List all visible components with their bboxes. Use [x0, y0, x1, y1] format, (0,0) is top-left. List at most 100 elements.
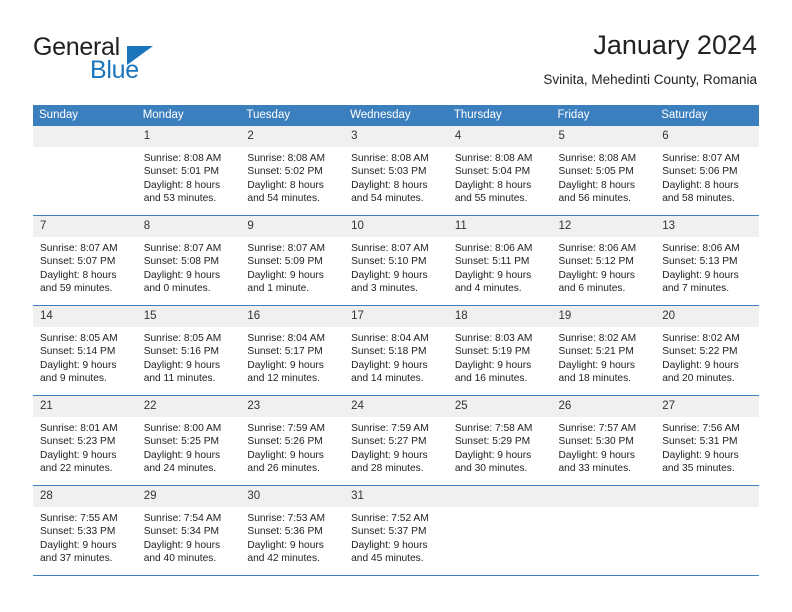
calendar-day-cell[interactable]: 30 Sunrise: 7:53 AM Sunset: 5:36 PM Dayligh… — [240, 485, 345, 576]
calendar-day-cell[interactable]: 31 Sunrise: 7:52 AM Sunset: 5:37 PM Dayligh… — [344, 485, 448, 576]
sunset-text: Sunset: 5:16 PM — [143, 346, 220, 358]
daylight-text-line1: Daylight: 9 hours — [454, 449, 532, 461]
calendar-day-cell[interactable]: 5 Sunrise: 8:08 AM Sunset: 5:05 PM Daylight… — [551, 126, 656, 216]
calendar-day-cell-empty — [447, 485, 552, 576]
day-number: 19 — [551, 306, 656, 327]
calendar-day-cell[interactable]: 21 Sunrise: 8:01 AM Sunset: 5:23 PM Dayligh… — [33, 395, 137, 486]
daylight-text-line2: and 37 minutes. — [40, 553, 113, 565]
sunrise-text: Sunrise: 8:08 AM — [143, 153, 222, 164]
calendar-day-cell[interactable]: 2 Sunrise: 8:08 AM Sunset: 5:02 PM Daylight… — [240, 126, 345, 216]
day-details: Sunrise: 8:02 AM Sunset: 5:21 PM Daylight:… — [552, 327, 656, 386]
sunset-text: Sunset: 5:34 PM — [143, 526, 220, 538]
sunset-text: Sunset: 5:01 PM — [143, 166, 220, 178]
calendar-day-cell[interactable]: 1 Sunrise: 8:08 AM Sunset: 5:01 PM Daylight… — [136, 126, 241, 216]
logo-general-blue[interactable]: General Blue — [33, 33, 233, 85]
day-details: Sunrise: 7:58 AM Sunset: 5:29 PM Daylight:… — [448, 417, 552, 476]
calendar-day-cell[interactable]: 3 Sunrise: 8:08 AM Sunset: 5:03 PM Daylight… — [344, 126, 448, 216]
daylight-text-line1: Daylight: 9 hours — [143, 449, 221, 461]
day-number: 2 — [240, 126, 345, 147]
day-number: 16 — [240, 306, 345, 327]
daylight-text-line1: Daylight: 9 hours — [662, 449, 739, 461]
calendar-day-cell[interactable]: 17 Sunrise: 8:04 AM Sunset: 5:18 PM Dayligh… — [344, 305, 448, 396]
daylight-text-line2: and 11 minutes. — [143, 373, 216, 385]
daylight-text-line2: and 30 minutes. — [454, 463, 528, 475]
calendar-day-cell[interactable]: 25 Sunrise: 7:58 AM Sunset: 5:29 PM Dayligh… — [447, 395, 552, 486]
calendar-body: 1 Sunrise: 8:08 AM Sunset: 5:01 PM Daylight… — [33, 126, 759, 576]
calendar-day-cell[interactable]: 11 Sunrise: 8:06 AM Sunset: 5:11 PM Dayligh… — [447, 215, 552, 306]
daylight-text-line2: and 56 minutes. — [558, 193, 632, 205]
daylight-text-line1: Daylight: 8 hours — [143, 179, 221, 191]
sunset-text: Sunset: 5:31 PM — [662, 436, 738, 448]
daylight-text-line1: Daylight: 9 hours — [351, 539, 428, 551]
daylight-text-line2: and 1 minute. — [247, 283, 310, 295]
daylight-text-line1: Daylight: 9 hours — [40, 449, 117, 461]
day-number — [33, 126, 137, 147]
calendar-day-cell[interactable]: 13 Sunrise: 8:06 AM Sunset: 5:13 PM Dayligh… — [655, 215, 759, 306]
calendar-day-cell[interactable]: 6 Sunrise: 8:07 AM Sunset: 5:06 PM Daylight… — [655, 126, 759, 216]
sunset-text: Sunset: 5:05 PM — [558, 166, 634, 178]
sunset-text: Sunset: 5:33 PM — [40, 526, 116, 538]
day-number: 21 — [33, 396, 137, 417]
calendar-week-row: 28 Sunrise: 7:55 AM Sunset: 5:33 PM Dayligh… — [33, 485, 759, 576]
day-details: Sunrise: 7:59 AM Sunset: 5:26 PM Daylight:… — [240, 417, 344, 476]
sunrise-text: Sunrise: 8:08 AM — [558, 153, 637, 164]
sunset-text: Sunset: 5:02 PM — [247, 166, 323, 178]
day-details: Sunrise: 8:01 AM Sunset: 5:23 PM Daylight:… — [33, 417, 137, 476]
daylight-text-line1: Daylight: 9 hours — [454, 359, 532, 371]
day-number: 22 — [136, 396, 241, 417]
day-number: 17 — [344, 306, 448, 327]
day-number — [447, 486, 552, 507]
daylight-text-line2: and 28 minutes. — [351, 463, 424, 475]
day-number: 14 — [33, 306, 137, 327]
calendar-day-cell[interactable]: 10 Sunrise: 8:07 AM Sunset: 5:10 PM Dayligh… — [344, 215, 448, 306]
daylight-text-line1: Daylight: 9 hours — [247, 449, 324, 461]
calendar-day-cell[interactable]: 9 Sunrise: 8:07 AM Sunset: 5:09 PM Daylight… — [240, 215, 345, 306]
daylight-text-line2: and 0 minutes. — [143, 283, 211, 295]
calendar-day-cell[interactable]: 7 Sunrise: 8:07 AM Sunset: 5:07 PM Daylight… — [33, 215, 137, 306]
day-number: 9 — [240, 216, 345, 237]
calendar-day-cell[interactable]: 26 Sunrise: 7:57 AM Sunset: 5:30 PM Dayligh… — [551, 395, 656, 486]
sunset-text: Sunset: 5:18 PM — [351, 346, 427, 358]
logo-text-blue: Blue — [90, 56, 139, 84]
day-number: 20 — [655, 306, 759, 327]
sunset-text: Sunset: 5:11 PM — [454, 256, 530, 268]
calendar-week-row: 1 Sunrise: 8:08 AM Sunset: 5:01 PM Daylight… — [33, 126, 759, 216]
day-details: Sunrise: 8:06 AM Sunset: 5:12 PM Daylight:… — [552, 237, 656, 296]
calendar-day-cell[interactable]: 22 Sunrise: 8:00 AM Sunset: 5:25 PM Dayligh… — [136, 395, 241, 486]
daylight-text-line2: and 26 minutes. — [247, 463, 320, 475]
calendar-day-cell[interactable]: 15 Sunrise: 8:05 AM Sunset: 5:16 PM Dayligh… — [136, 305, 241, 396]
sunset-text: Sunset: 5:26 PM — [247, 436, 323, 448]
calendar-day-cell[interactable]: 8 Sunrise: 8:07 AM Sunset: 5:08 PM Daylight… — [136, 215, 241, 306]
sunset-text: Sunset: 5:36 PM — [247, 526, 323, 538]
calendar-day-cell[interactable]: 14 Sunrise: 8:05 AM Sunset: 5:14 PM Dayligh… — [33, 305, 137, 396]
daylight-text-line2: and 45 minutes. — [351, 553, 424, 565]
calendar-day-cell[interactable]: 23 Sunrise: 7:59 AM Sunset: 5:26 PM Dayligh… — [240, 395, 345, 486]
calendar-day-cell[interactable]: 29 Sunrise: 7:54 AM Sunset: 5:34 PM Dayligh… — [136, 485, 241, 576]
calendar-day-cell[interactable]: 12 Sunrise: 8:06 AM Sunset: 5:12 PM Dayligh… — [551, 215, 656, 306]
daylight-text-line1: Daylight: 9 hours — [351, 359, 428, 371]
calendar-day-cell[interactable]: 24 Sunrise: 7:59 AM Sunset: 5:27 PM Dayligh… — [344, 395, 448, 486]
day-details: Sunrise: 8:06 AM Sunset: 5:11 PM Daylight:… — [448, 237, 552, 296]
day-number: 1 — [136, 126, 241, 147]
calendar-day-cell[interactable]: 20 Sunrise: 8:02 AM Sunset: 5:22 PM Dayligh… — [655, 305, 759, 396]
sunrise-text: Sunrise: 7:56 AM — [662, 423, 740, 434]
calendar-week-row: 7 Sunrise: 8:07 AM Sunset: 5:07 PM Daylight… — [33, 215, 759, 306]
daylight-text-line2: and 40 minutes. — [143, 553, 217, 565]
sunset-text: Sunset: 5:09 PM — [247, 256, 323, 268]
calendar-table: Sunday Monday Tuesday Wednesday Thursday… — [33, 105, 759, 576]
daylight-text-line1: Daylight: 9 hours — [40, 539, 117, 551]
day-details: Sunrise: 7:57 AM Sunset: 5:30 PM Daylight:… — [552, 417, 656, 476]
calendar-day-cell[interactable]: 19 Sunrise: 8:02 AM Sunset: 5:21 PM Dayligh… — [551, 305, 656, 396]
daylight-text-line2: and 3 minutes. — [351, 283, 418, 295]
calendar-day-cell[interactable]: 4 Sunrise: 8:08 AM Sunset: 5:04 PM Daylight… — [447, 126, 552, 216]
sunrise-text: Sunrise: 8:06 AM — [558, 243, 637, 254]
calendar-day-cell[interactable]: 27 Sunrise: 7:56 AM Sunset: 5:31 PM Dayligh… — [655, 395, 759, 486]
calendar-day-cell[interactable]: 28 Sunrise: 7:55 AM Sunset: 5:33 PM Dayligh… — [33, 485, 137, 576]
calendar-day-cell[interactable]: 18 Sunrise: 8:03 AM Sunset: 5:19 PM Dayligh… — [447, 305, 552, 396]
calendar-day-cell[interactable]: 16 Sunrise: 8:04 AM Sunset: 5:17 PM Dayligh… — [240, 305, 345, 396]
daylight-text-line2: and 20 minutes. — [662, 373, 735, 385]
day-details: Sunrise: 7:52 AM Sunset: 5:37 PM Daylight:… — [344, 507, 448, 566]
day-details: Sunrise: 8:04 AM Sunset: 5:17 PM Daylight:… — [240, 327, 344, 386]
day-details: Sunrise: 8:07 AM Sunset: 5:10 PM Daylight:… — [344, 237, 448, 296]
sunset-text: Sunset: 5:25 PM — [143, 436, 220, 448]
